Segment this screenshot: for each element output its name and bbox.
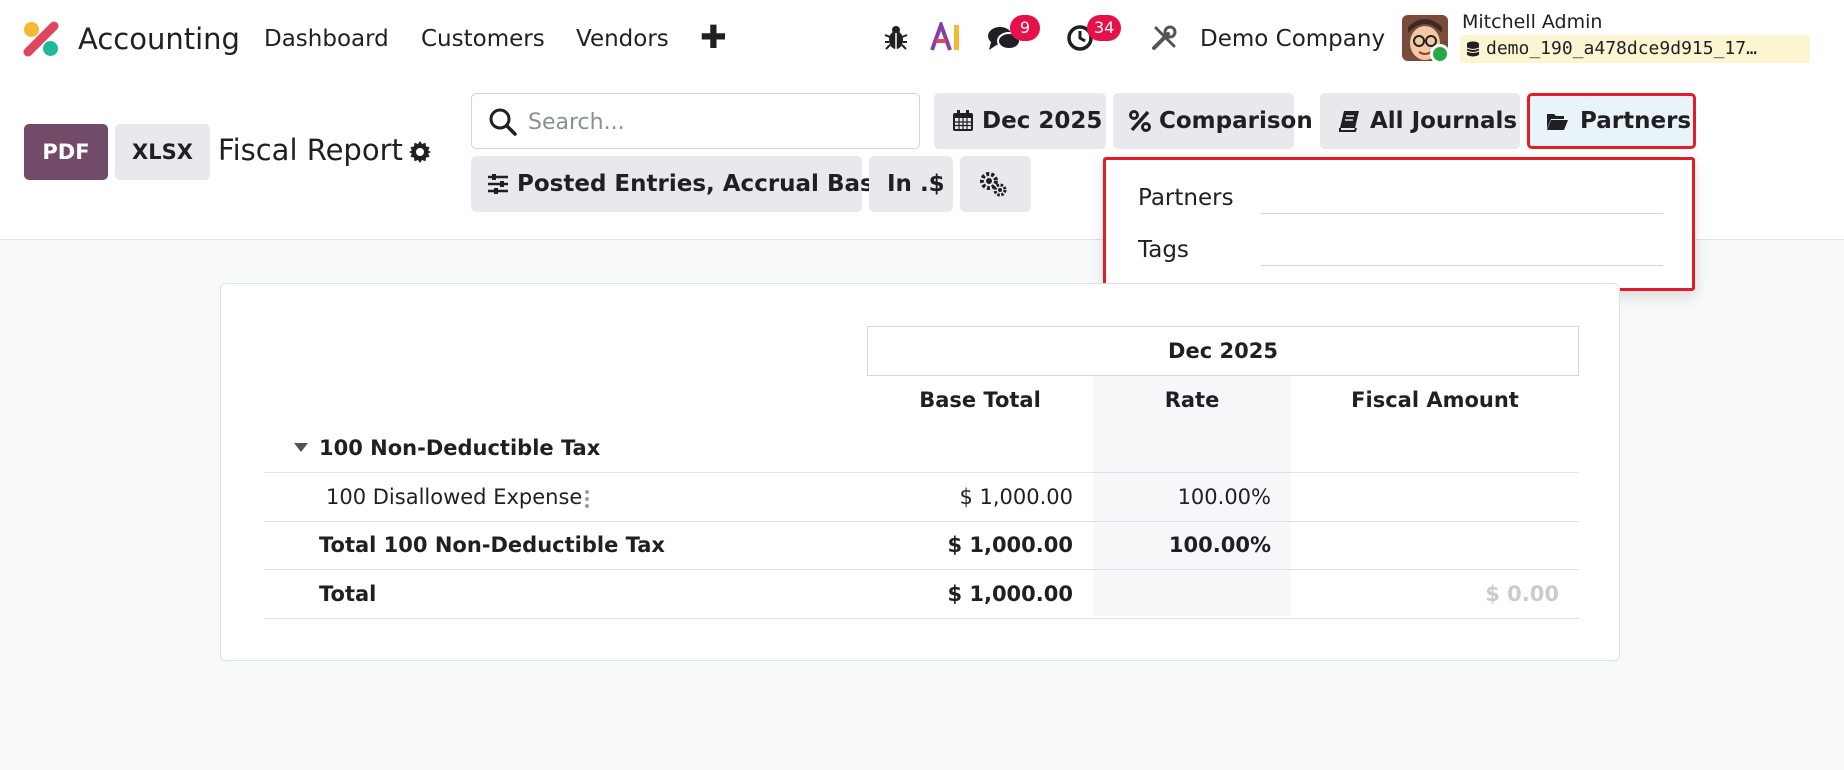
group-total-rate: 100.00% [1168, 533, 1271, 557]
database-name: demo_190_a478dce9d915_17… [1486, 38, 1757, 59]
gears-icon [980, 172, 1007, 197]
column-header-fiscal-amount: Fiscal Amount [1351, 388, 1519, 412]
line-rate: 100.00% [1177, 485, 1271, 509]
options-button[interactable] [960, 156, 1031, 212]
calendar-icon [953, 110, 973, 131]
book-icon [1339, 111, 1359, 132]
nav-dashboard[interactable]: Dashboard [264, 24, 389, 54]
grand-total-label: Total [319, 582, 377, 606]
user-name[interactable]: Mitchell Admin [1462, 10, 1602, 34]
journals-label: All Journals [1370, 108, 1518, 134]
journals-button[interactable]: All Journals [1320, 93, 1520, 149]
gear-icon[interactable] [408, 140, 432, 164]
database-chip: demo_190_a478dce9d915_17… [1460, 35, 1810, 63]
kebab-menu-icon[interactable] [584, 488, 590, 510]
currency-button[interactable]: In .$ [869, 156, 953, 212]
ai-icon[interactable] [930, 22, 964, 52]
grand-total-fiscal-amount: $ 0.00 [1485, 582, 1559, 606]
report-card: Dec 2025 Base Total Rate Fiscal Amount 1… [220, 283, 1620, 661]
sliders-icon [488, 174, 508, 194]
row-divider [264, 618, 1579, 619]
company-switcher[interactable]: Demo Company [1200, 24, 1385, 54]
search-box[interactable] [471, 93, 920, 149]
settings-tools-icon[interactable] [1150, 24, 1178, 52]
messages-badge: 9 [1010, 15, 1040, 41]
top-navbar: Accounting Dashboard Customers Vendors ✚… [0, 0, 1844, 78]
column-header-base-total: Base Total [919, 388, 1041, 412]
comparison-button[interactable]: Comparison [1113, 93, 1313, 149]
add-plus-icon[interactable]: ✚ [700, 18, 727, 56]
group-total-base: $ 1,000.00 [947, 533, 1073, 557]
search-input[interactable] [528, 104, 898, 140]
folder-open-icon [1547, 114, 1568, 130]
accounting-logo-icon[interactable] [22, 20, 60, 58]
grand-total-base: $ 1,000.00 [947, 582, 1073, 606]
currency-label: In .$ [887, 171, 945, 197]
period-header: Dec 2025 [867, 326, 1579, 376]
activities-badge: 34 [1087, 15, 1122, 41]
partners-field-label: Partners [1138, 185, 1234, 211]
date-filter-label: Dec 2025 [982, 108, 1103, 134]
partners-filter-button[interactable]: Partners [1527, 93, 1696, 149]
partners-dropdown: Partners Tags [1103, 157, 1695, 291]
entries-filter-button[interactable]: Posted Entries, Accrual Basis [471, 156, 895, 212]
comparison-label: Comparison [1159, 108, 1313, 134]
app-name[interactable]: Accounting [78, 20, 240, 58]
tags-field-label: Tags [1138, 237, 1189, 263]
report-title: Fiscal Report [218, 133, 403, 167]
column-header-rate: Rate [1164, 388, 1220, 412]
search-icon [489, 108, 517, 136]
row-divider [264, 569, 1579, 570]
tags-input[interactable] [1261, 232, 1663, 266]
partners-input[interactable] [1261, 180, 1663, 214]
group-total-label: Total 100 Non-Deductible Tax [319, 533, 665, 557]
percent-icon [1129, 110, 1151, 132]
line-label[interactable]: 100 Disallowed Expense [326, 483, 582, 511]
xlsx-button[interactable]: XLSX [115, 124, 210, 180]
nav-vendors[interactable]: Vendors [576, 24, 669, 54]
pdf-button[interactable]: PDF [24, 124, 108, 180]
date-filter-button[interactable]: Dec 2025 [934, 93, 1106, 149]
line-base-total: $ 1,000.00 [959, 485, 1073, 509]
partners-filter-label: Partners [1580, 108, 1692, 134]
debug-bug-icon[interactable] [882, 24, 910, 52]
database-icon [1466, 41, 1480, 57]
online-status-dot [1430, 44, 1450, 64]
row-divider [264, 472, 1579, 473]
entries-filter-label: Posted Entries, Accrual Basis [517, 171, 896, 197]
collapse-caret-icon[interactable] [294, 443, 308, 452]
nav-customers[interactable]: Customers [421, 24, 545, 54]
group-row-label[interactable]: 100 Non-Deductible Tax [319, 434, 600, 462]
row-divider [264, 521, 1579, 522]
